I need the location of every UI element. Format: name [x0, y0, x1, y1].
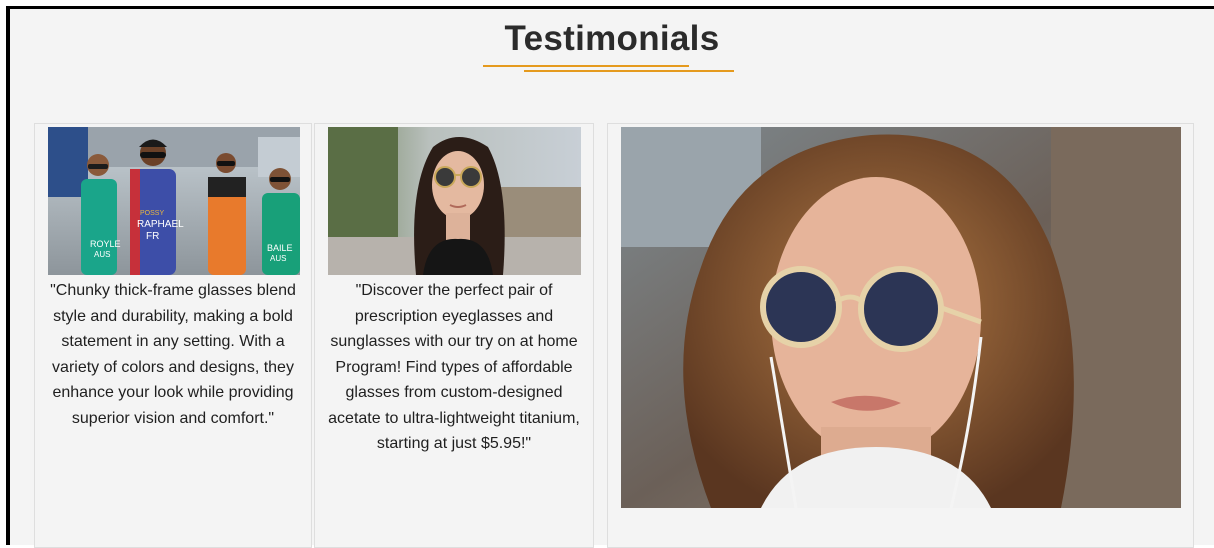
- svg-text:POSSY: POSSY: [140, 210, 164, 217]
- svg-text:AUS: AUS: [94, 250, 110, 259]
- featured-image-card: [607, 123, 1194, 548]
- svg-text:AUS: AUS: [270, 254, 286, 263]
- testimonial-card-2: "Discover the perfect pair of prescripti…: [314, 123, 594, 548]
- testimonial-quote: "Discover the perfect pair of prescripti…: [328, 282, 580, 452]
- runner-bib-text: ROYLE: [90, 239, 121, 249]
- woman-round-sunglasses-earphones-photo: [621, 127, 1181, 508]
- testimonial-card-1: ROYLE AUS POSSY RAPHAEL FR BAILE AUS "Ch…: [34, 123, 312, 548]
- svg-text:BAILE: BAILE: [267, 243, 293, 253]
- section-title: Testimonials: [504, 19, 720, 58]
- svg-text:RAPHAEL: RAPHAEL: [137, 219, 184, 230]
- testimonials-section: Testimonials ROYLE AUS POSSY RAPHAEL FR …: [6, 6, 1214, 548]
- title-underline-top: [483, 65, 689, 67]
- woman-sunglasses-street-photo: [328, 127, 581, 275]
- marathon-runners-photo: ROYLE AUS POSSY RAPHAEL FR BAILE AUS: [48, 127, 300, 275]
- testimonial-quote: "Chunky thick-frame glasses blend style …: [50, 282, 296, 427]
- title-underline-bottom: [524, 70, 734, 72]
- svg-text:FR: FR: [146, 231, 159, 242]
